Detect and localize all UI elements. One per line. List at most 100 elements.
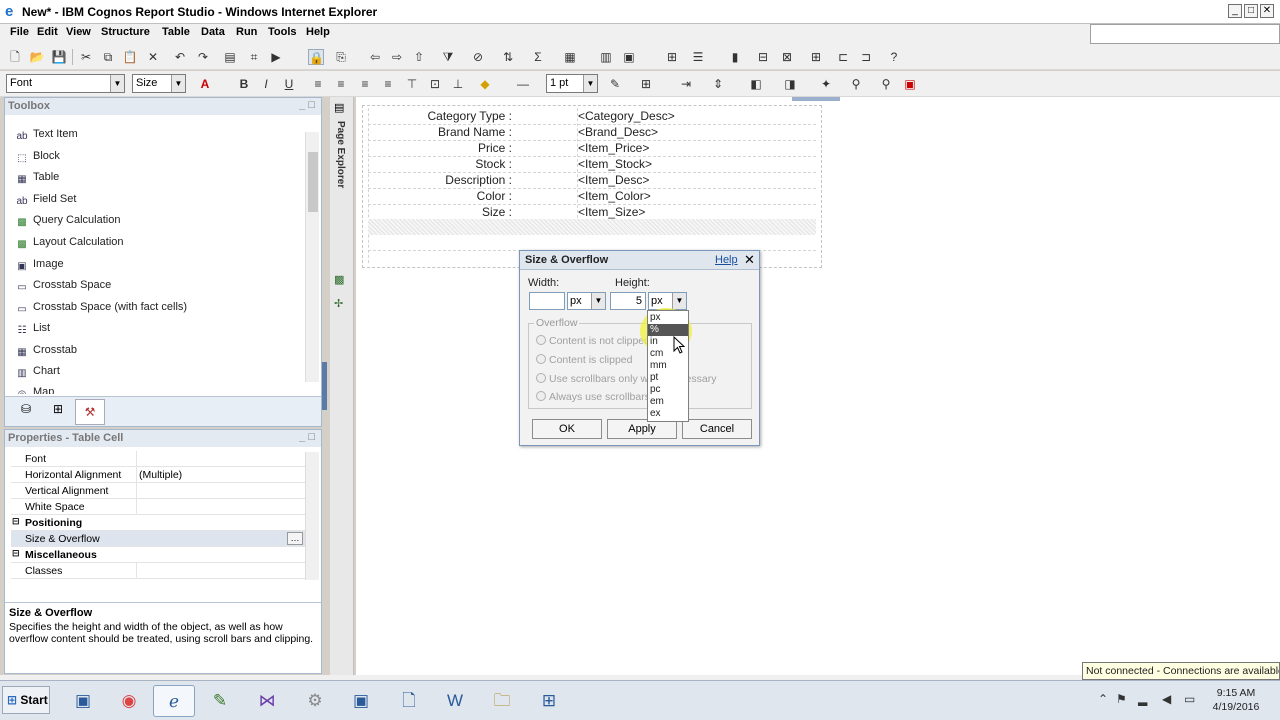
copy-icon[interactable]: ⧉ [100, 49, 116, 65]
unit-option-pc[interactable]: pc [648, 384, 688, 396]
selected-table-row[interactable] [368, 219, 816, 235]
report-row[interactable]: Price : <Item_Price> [356, 140, 822, 156]
section-icon[interactable]: ▥ [598, 49, 614, 65]
close-window-button[interactable]: ✕ [1260, 4, 1274, 18]
property-row-font[interactable]: Font [11, 451, 311, 467]
report-row[interactable]: Brand Name : <Brand_Desc> [356, 124, 822, 140]
toolbox-item-list[interactable]: ☷ List [15, 322, 51, 337]
toolbox-item-map[interactable]: ◎Map [15, 386, 55, 394]
menu-file[interactable]: File [10, 26, 29, 38]
visual-studio-taskbar-icon[interactable]: ⋈ [246, 685, 288, 717]
ellipsis-button[interactable]: … [287, 532, 303, 545]
query-explorer-icon[interactable]: ▩ [334, 273, 344, 286]
width-input[interactable] [529, 292, 565, 310]
property-row-white-space[interactable]: White Space [11, 499, 311, 515]
forward-arrow-icon[interactable]: ⇨ [389, 49, 405, 65]
pick-up-style-icon[interactable]: ⚲ [848, 76, 864, 92]
up-arrow-icon[interactable]: ⇧ [411, 49, 427, 65]
background-color-icon[interactable]: ◆ [477, 76, 493, 92]
valign-middle-icon[interactable]: ⊡ [427, 76, 443, 92]
underline-icon[interactable]: U [281, 76, 297, 92]
hierarchy-icon[interactable]: ⊟ [755, 49, 771, 65]
paste-icon[interactable]: 📋 [122, 49, 138, 65]
line-style-icon[interactable]: — [515, 76, 531, 92]
justify-icon[interactable]: ≡ [380, 76, 396, 92]
radio-content-clipped[interactable]: Content is clipped [536, 354, 632, 366]
conditional-style-icon[interactable]: ◨ [782, 76, 798, 92]
toolbox-scrollbar[interactable] [305, 132, 319, 382]
system-clock[interactable]: 9:15 AM 4/19/2016 [1204, 686, 1268, 714]
toolbox-item-field-set[interactable]: ab Field Set [15, 193, 76, 208]
font-color-icon[interactable]: A [197, 76, 213, 92]
bold-icon[interactable]: B [236, 76, 252, 92]
flag-icon[interactable]: ⚑ [1116, 692, 1127, 706]
toolbox-item-query-calculation[interactable]: ▩ Query Calculation [15, 214, 120, 229]
back-arrow-icon[interactable]: ⇦ [367, 49, 383, 65]
toolbox-item-layout-calculation[interactable]: ▩ Layout Calculation [15, 236, 123, 251]
help-icon[interactable]: ? [886, 49, 902, 65]
list-columns-icon[interactable]: ☰ [690, 49, 706, 65]
source-tab-icon[interactable]: ⛁ [13, 402, 39, 422]
font-select[interactable]: Font ▼ [6, 74, 125, 93]
property-row-vertical-alignment[interactable]: Vertical Alignment [11, 483, 311, 499]
unit-dropdown-list[interactable]: px % in cm mm pt pc em ex [647, 310, 689, 422]
folder-taskbar-icon[interactable]: 🗀 [481, 685, 523, 717]
merge-icon[interactable]: ⊏ [835, 49, 851, 65]
table-grid-icon[interactable]: ⊞ [808, 49, 824, 65]
align-center-icon[interactable]: ≡ [333, 76, 349, 92]
apply-style-icon[interactable]: ⚲ [878, 76, 894, 92]
align-right-icon[interactable]: ≡ [357, 76, 373, 92]
volume-icon[interactable]: ◀ [1162, 692, 1171, 706]
report-row[interactable]: Color : <Item_Color> [356, 188, 822, 204]
cut-icon[interactable]: ✂ [78, 49, 94, 65]
radio-scrollbars-when-necessary[interactable]: Use scrollbars only when necessary [536, 373, 717, 385]
report-row[interactable]: Size : <Item_Size> [356, 204, 822, 220]
menu-run[interactable]: Run [236, 26, 257, 38]
toolbox-item-block[interactable]: ⬚ Block [15, 150, 60, 165]
drill-icon[interactable]: ⊠ [779, 49, 795, 65]
property-row-horizontal-alignment[interactable]: Horizontal Alignment (Multiple) [11, 467, 311, 483]
menu-view[interactable]: View [66, 26, 91, 38]
minimize-button[interactable]: _ [1228, 4, 1242, 18]
spacing-icon[interactable]: ⇕ [710, 76, 726, 92]
width-unit-select[interactable]: px ▼ [567, 292, 606, 310]
close-icon[interactable]: ✕ [744, 252, 755, 268]
toolbox-item-chart[interactable]: ▥ Chart [15, 365, 60, 380]
valign-top-icon[interactable]: ⊤ [404, 76, 420, 92]
open-icon[interactable]: 📂 [29, 49, 45, 65]
unit-option-px[interactable]: px [648, 312, 688, 324]
delete-icon[interactable]: ✕ [145, 49, 161, 65]
radio-always-scrollbars[interactable]: Always use scrollbars [536, 391, 650, 403]
suppress-icon[interactable]: ⊘ [470, 49, 486, 65]
properties-scrollbar[interactable] [305, 452, 319, 580]
filter-icon[interactable]: ⧩ [440, 49, 456, 65]
height-input[interactable]: 5 [610, 292, 646, 310]
borders-icon[interactable]: ⊞ [638, 76, 654, 92]
toolbox-item-crosstab-space-fact[interactable]: ▭ Crosstab Space (with fact cells) [15, 301, 187, 316]
signal-icon[interactable]: ▂ [1138, 692, 1147, 706]
splitter-handle[interactable] [322, 362, 327, 410]
undo-icon[interactable]: ↶ [172, 49, 188, 65]
toolbox-tab-icon[interactable]: ⚒ [75, 399, 105, 425]
chrome-taskbar-icon[interactable]: ◉ [108, 685, 150, 717]
settings-taskbar-icon[interactable]: ⚙ [294, 685, 336, 717]
unit-option-ex[interactable]: ex [648, 408, 688, 420]
unit-option-em[interactable]: em [648, 396, 688, 408]
unit-option-mm[interactable]: mm [648, 360, 688, 372]
collapse-icon[interactable]: ⊟ [12, 516, 20, 527]
redo-icon[interactable]: ↷ [195, 49, 211, 65]
unit-option-percent[interactable]: % [648, 324, 688, 336]
condition-explorer-icon[interactable]: ✢ [334, 297, 343, 310]
menu-table[interactable]: Table [162, 26, 190, 38]
document-taskbar-icon[interactable]: 🗋 [388, 685, 430, 717]
pages-icon[interactable]: ⎘ [333, 49, 349, 65]
property-row-size-overflow[interactable]: Size & Overflow… [11, 531, 311, 547]
maximize-button[interactable]: □ [1244, 4, 1258, 18]
line-color-icon[interactable]: ✎ [607, 76, 623, 92]
start-button[interactable]: ⊞ Start [2, 686, 50, 714]
italic-icon[interactable]: I [258, 76, 274, 92]
word-taskbar-icon[interactable]: W [434, 685, 476, 717]
cancel-button[interactable]: Cancel [682, 419, 752, 439]
scroll-thumb[interactable] [308, 152, 318, 212]
pivot-icon[interactable]: ⊞ [664, 49, 680, 65]
